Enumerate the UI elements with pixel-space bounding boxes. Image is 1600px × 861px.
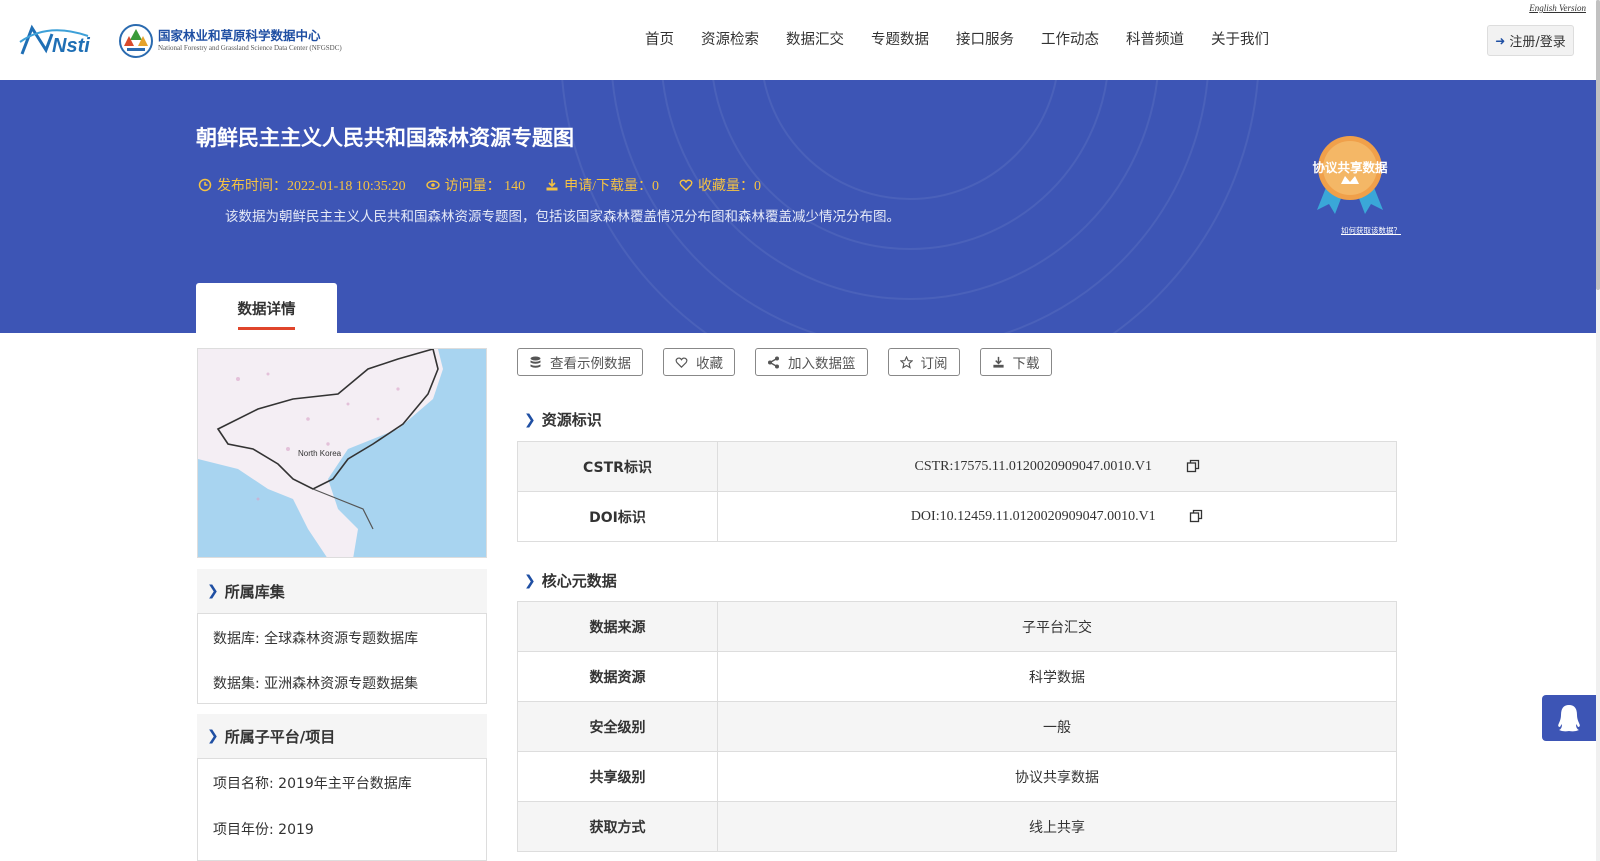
dataset-thumbnail[interactable]: North Korea	[197, 348, 487, 558]
meta-value: 科学数据	[717, 651, 1397, 702]
library-section-header: ❯ 所属库集	[197, 569, 487, 613]
resource-id-section-title: ❯ 资源标识	[524, 411, 602, 429]
table-row: DOI标识 DOI:10.12459.11.0120020909047.0010…	[517, 491, 1397, 542]
nfgsdc-logo[interactable]: 国家林业和草原科学数据中心 National Forestry and Gras…	[118, 22, 342, 60]
logo-subtitle: National Forestry and Grassland Science …	[158, 44, 342, 52]
download-button[interactable]: 下载	[979, 348, 1052, 376]
meta-value: 一般	[717, 701, 1397, 752]
how-to-get-data-link[interactable]: 如何获取该数据？	[1341, 225, 1401, 236]
heart-icon	[679, 179, 693, 191]
library-section-body: 数据库: 全球森林资源专题数据库 数据集: 亚洲森林资源专题数据集	[197, 613, 487, 704]
sign-in-icon: ➜	[1495, 33, 1506, 48]
favorite-count: 收藏量：0	[679, 175, 761, 195]
english-version-link[interactable]: English Version	[1529, 3, 1586, 13]
meta-value: 协议共享数据	[717, 751, 1397, 802]
login-label: 注册/登录	[1509, 35, 1566, 50]
heart-icon	[675, 356, 688, 368]
table-row: 共享级别 协议共享数据	[517, 751, 1397, 802]
meta-value: 线上共享	[717, 801, 1397, 852]
download-count: 申请/下载量：0	[545, 175, 659, 195]
table-row: 获取方式 线上共享	[517, 801, 1397, 852]
meta-key: 共享级别	[517, 751, 718, 802]
logo-title: 国家林业和草原科学数据中心	[158, 28, 321, 43]
copy-icon[interactable]	[1186, 459, 1200, 473]
cstr-key: CSTR标识	[517, 441, 718, 492]
scrollbar-thumb[interactable]	[1596, 0, 1600, 290]
star-icon	[899, 355, 913, 369]
action-toolbar: 查看示例数据 收藏 加入数据篮 订阅 下载	[517, 348, 1052, 376]
qq-penguin-icon	[1558, 705, 1580, 732]
login-button[interactable]: ➜ 注册/登录	[1487, 25, 1574, 56]
table-row: 安全级别 一般	[517, 701, 1397, 752]
dataset-line[interactable]: 数据集: 亚洲森林资源专题数据集	[213, 673, 418, 693]
svg-text:协议共享数据: 协议共享数据	[1312, 160, 1388, 175]
page-title: 朝鲜民主主义人民共和国森林资源专题图	[196, 126, 574, 150]
nfgsdc-emblem-icon	[119, 24, 153, 58]
dataset-banner: 朝鲜民主主义人民共和国森林资源专题图 发布时间：2022-01-18 10:35…	[0, 80, 1596, 333]
nav-science-channel[interactable]: 科普频道	[1126, 28, 1184, 49]
publish-time: 发布时间：2022-01-18 10:35:20	[198, 175, 406, 195]
chevron-right-icon: ❯	[207, 583, 219, 599]
nav-data-submission[interactable]: 数据汇交	[786, 28, 844, 49]
doi-key: DOI标识	[517, 491, 718, 542]
project-section-body: 项目名称: 2019年主平台数据库 项目年份: 2019	[197, 758, 487, 861]
tab-active-underline	[238, 327, 295, 330]
nav-home[interactable]: 首页	[645, 28, 674, 49]
main-nav: 首页 资源检索 数据汇交 专题数据 接口服务 工作动态 科普频道 关于我们	[645, 28, 1296, 49]
core-metadata-section-title: ❯ 核心元数据	[524, 572, 617, 590]
qq-contact-button[interactable]	[1542, 695, 1596, 741]
chevron-right-icon: ❯	[524, 411, 536, 428]
table-row: CSTR标识 CSTR:17575.11.0120020909047.0010.…	[517, 441, 1397, 492]
view-count: 访问量： 140	[425, 175, 525, 195]
database-line[interactable]: 数据库: 全球森林资源专题数据库	[213, 628, 418, 648]
project-section-header: ❯ 所属子平台/项目	[197, 714, 487, 758]
copy-icon[interactable]	[1189, 509, 1203, 523]
project-name-line: 项目名称: 2019年主平台数据库	[213, 776, 412, 792]
nav-api-service[interactable]: 接口服务	[956, 28, 1014, 49]
doi-value: DOI:10.12459.11.0120020909047.0010.V1	[717, 491, 1397, 542]
nav-news[interactable]: 工作动态	[1041, 28, 1099, 49]
project-year-line: 项目年份: 2019	[213, 822, 314, 838]
nav-about[interactable]: 关于我们	[1211, 28, 1269, 49]
view-sample-button[interactable]: 查看示例数据	[517, 348, 643, 376]
table-row: 数据资源 科学数据	[517, 651, 1397, 702]
page-scrollbar[interactable]	[1596, 0, 1600, 861]
share-icon	[768, 356, 779, 368]
meta-key: 安全级别	[517, 701, 718, 752]
site-header: English Version Nsti 国家林业和草原科学数据中心 Natio…	[0, 0, 1596, 80]
north-korea-map-image: North Korea	[198, 349, 486, 557]
core-metadata-table: 数据来源 子平台汇交 数据资源 科学数据 安全级别 一般 共享级别 协议共享数据…	[517, 601, 1397, 852]
shared-data-badge-icon: 协议共享数据	[1312, 136, 1388, 214]
svg-text:Nsti: Nsti	[52, 35, 90, 57]
clock-icon	[198, 178, 212, 192]
chevron-right-icon: ❯	[207, 728, 219, 744]
cstr-value: CSTR:17575.11.0120020909047.0010.V1	[717, 441, 1397, 492]
meta-row: 发布时间：2022-01-18 10:35:20 访问量： 140 申请/下载量…	[198, 175, 781, 195]
chevron-right-icon: ❯	[524, 572, 536, 589]
nsti-logo[interactable]: Nsti	[18, 20, 98, 60]
favorite-button[interactable]: 收藏	[663, 348, 735, 376]
table-row: 数据来源 子平台汇交	[517, 601, 1397, 652]
meta-key: 获取方式	[517, 801, 718, 852]
download-icon	[992, 356, 1004, 368]
database-icon	[530, 356, 541, 368]
tab-data-details[interactable]: 数据详情	[196, 283, 337, 333]
resource-id-table: CSTR标识 CSTR:17575.11.0120020909047.0010.…	[517, 441, 1397, 542]
meta-key: 数据资源	[517, 651, 718, 702]
add-to-basket-button[interactable]: 加入数据篮	[755, 348, 868, 376]
download-icon	[546, 179, 558, 191]
subscribe-button[interactable]: 订阅	[887, 348, 960, 376]
nav-topic-data[interactable]: 专题数据	[871, 28, 929, 49]
nav-resource-search[interactable]: 资源检索	[701, 28, 759, 49]
svg-text:North Korea: North Korea	[298, 449, 342, 458]
eye-icon	[425, 180, 440, 190]
meta-value: 子平台汇交	[717, 601, 1397, 652]
dataset-description: 该数据为朝鲜民主主义人民共和国森林资源专题图，包括该国家森林覆盖情况分布图和森林…	[225, 209, 900, 225]
meta-key: 数据来源	[517, 601, 718, 652]
